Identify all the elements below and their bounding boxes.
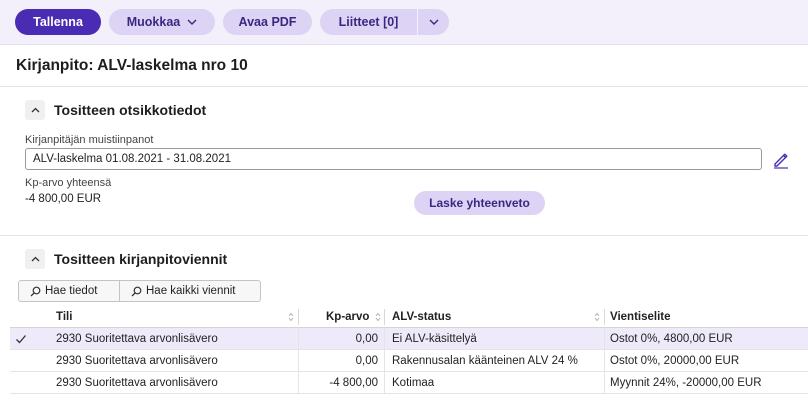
cell-account: 2930 Suoritettava arvonlisävero: [56, 355, 218, 367]
cell-separator: [384, 350, 385, 372]
toolbar: Tallenna Muokkaa Avaa PDF Liitteet [0]: [0, 0, 808, 45]
cell-description: Myynnit 24%, -20000,00 EUR: [610, 377, 762, 389]
fetch-data-label: Hae tiedot: [45, 285, 98, 297]
cell-account: 2930 Suoritettava arvonlisävero: [56, 333, 218, 345]
notes-input[interactable]: ALV-laskelma 01.08.2021 - 31.08.2021: [25, 148, 762, 170]
divider: [0, 235, 808, 236]
divider: [0, 86, 808, 87]
checkmark-icon: [16, 335, 26, 344]
attachments-dropdown-button[interactable]: [418, 9, 449, 35]
table-row[interactable]: 2930 Suoritettava arvonlisävero 0,00 Rak…: [10, 350, 808, 372]
fetch-all-entries-button[interactable]: Hae kaikki viennit: [119, 280, 261, 302]
cell-amount: 0,00: [355, 355, 378, 367]
total-label: Kp-arvo yhteensä: [25, 177, 112, 189]
edit-menu-label: Muokkaa: [126, 15, 181, 29]
collapse-header-section-button[interactable]: [25, 100, 45, 120]
cell-account: 2930 Suoritettava arvonlisävero: [56, 377, 218, 389]
column-separator[interactable]: [298, 309, 299, 325]
search-icon: [131, 286, 142, 296]
fetch-all-entries-label: Hae kaikki viennit: [146, 285, 236, 297]
table-header: Tili Kp-arvo ALV-status Vientiselite: [10, 306, 808, 328]
cell-separator: [604, 372, 605, 394]
section-title-header: Tositteen otsikkotiedot: [54, 102, 207, 118]
attachments-button[interactable]: Liitteet [0]: [320, 9, 417, 35]
notes-label: Kirjanpitäjän muistiinpanot: [25, 134, 154, 146]
chevron-up-icon: [31, 107, 39, 113]
column-header-account[interactable]: Tili: [56, 306, 72, 328]
save-button[interactable]: Tallenna: [15, 9, 101, 35]
column-separator[interactable]: [384, 309, 385, 325]
search-icon: [30, 286, 41, 296]
cell-description: Ostot 0%, 4800,00 EUR: [610, 333, 733, 345]
cell-separator: [384, 372, 385, 394]
fetch-data-button[interactable]: Hae tiedot: [18, 280, 120, 302]
table-row[interactable]: 2930 Suoritettava arvonlisävero 0,00 Ei …: [10, 328, 808, 350]
collapse-entries-section-button[interactable]: [25, 249, 45, 269]
section-title-entries: Tositteen kirjanpitoviennit: [54, 251, 228, 267]
cell-separator: [604, 350, 605, 372]
column-header-description[interactable]: Vientiselite: [610, 306, 671, 328]
cell-amount: -4 800,00: [329, 377, 378, 389]
cell-amount: 0,00: [355, 333, 378, 345]
sort-icon[interactable]: [594, 312, 600, 322]
column-header-amount[interactable]: Kp-arvo: [326, 306, 369, 328]
column-header-vat-status[interactable]: ALV-status: [392, 306, 451, 328]
table-row[interactable]: 2930 Suoritettava arvonlisävero -4 800,0…: [10, 372, 808, 394]
open-pdf-button[interactable]: Avaa PDF: [223, 9, 312, 35]
pencil-edit-icon[interactable]: [772, 151, 790, 169]
cell-description: Ostot 0%, 20000,00 EUR: [610, 355, 740, 367]
total-value: -4 800,00 EUR: [25, 193, 102, 205]
cell-separator: [604, 328, 605, 350]
chevron-down-icon: [429, 19, 438, 25]
cell-vat-status: Rakennusalan käänteinen ALV 24 %: [392, 355, 578, 367]
calculate-summary-button[interactable]: Laske yhteenveto: [414, 191, 545, 215]
column-separator[interactable]: [604, 309, 605, 325]
cell-vat-status: Kotimaa: [392, 377, 435, 389]
notes-value: ALV-laskelma 01.08.2021 - 31.08.2021: [33, 153, 231, 165]
chevron-down-icon: [187, 19, 197, 25]
chevron-up-icon: [31, 256, 39, 262]
sort-icon[interactable]: [288, 312, 294, 322]
cell-separator: [384, 328, 385, 350]
cell-vat-status: Ei ALV-käsittelyä: [392, 333, 477, 345]
page-title: Kirjanpito: ALV-laskelma nro 10: [16, 57, 248, 74]
edit-menu-button[interactable]: Muokkaa: [109, 9, 215, 35]
sort-icon[interactable]: [375, 312, 381, 322]
